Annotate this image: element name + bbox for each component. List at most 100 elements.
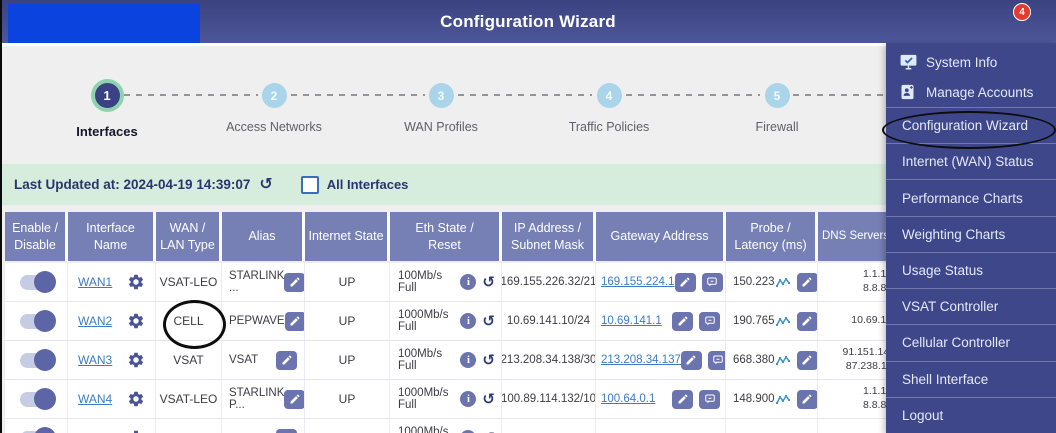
gateway-link[interactable]: 213.208.34.137 [601, 354, 681, 366]
edit-alias-button[interactable] [284, 311, 304, 331]
menu-item-label: Weighting Charts [902, 226, 1006, 242]
col-gateway-address: Gateway Address [596, 212, 726, 261]
info-icon[interactable]: i [460, 313, 477, 329]
edit-alias-button[interactable] [284, 272, 304, 292]
wan-lan-type-value: VSAT-LEO [156, 380, 222, 418]
reset-icon[interactable]: ↺ [482, 275, 495, 290]
interface-name-link[interactable]: WAN2 [78, 314, 112, 328]
menu-item-manage-accounts[interactable]: Manage Accounts [886, 77, 1056, 107]
info-icon[interactable]: i [460, 274, 477, 290]
probe-latency-value: 668.380 [733, 354, 775, 366]
info-icon[interactable]: i [460, 391, 477, 407]
reset-icon[interactable]: ↺ [482, 314, 495, 329]
col-eth-state-reset: Eth State / Reset [390, 212, 502, 261]
menu-item-label: Configuration Wizard [902, 118, 1029, 134]
ip-address-value: 213.208.34.138/30 [502, 341, 596, 379]
menu-item-label: Internet (WAN) Status [902, 154, 1034, 170]
enable-toggle[interactable] [19, 270, 56, 293]
gear-icon[interactable] [127, 351, 145, 369]
edit-alias-button[interactable] [276, 350, 297, 370]
col-alias: Alias [222, 212, 305, 261]
menu-item-shell-interface[interactable]: Shell Interface [886, 360, 1056, 397]
menu-item-vsat-controller[interactable]: VSAT Controller [886, 288, 1056, 324]
refresh-icon[interactable]: ↺ [259, 176, 272, 193]
all-interfaces-checkbox[interactable] [300, 175, 319, 194]
edit-gateway-button[interactable] [674, 272, 696, 292]
all-interfaces-label: All Interfaces [326, 177, 409, 192]
app-header: Configuration Wizard [0, 0, 1056, 43]
latency-chart-icon[interactable] [775, 354, 791, 367]
ping-button[interactable] [699, 311, 720, 331]
step-traffic-policies[interactable]: 4 Traffic Policies [539, 79, 679, 134]
internet-state-value: UP [305, 419, 390, 433]
info-icon[interactable]: i [460, 352, 477, 368]
edit-probe-button[interactable] [796, 389, 817, 409]
edit-probe-button[interactable] [796, 350, 817, 370]
menu-item-usage-status[interactable]: Usage Status [886, 251, 1056, 288]
edit-alias-button[interactable] [284, 389, 304, 409]
menu-item-label: Manage Accounts [926, 84, 1034, 100]
menu-item-weighting-charts[interactable]: Weighting Charts [886, 215, 1056, 252]
menu-item-internet-wan-status[interactable]: Internet (WAN) Status [886, 143, 1056, 179]
menu-item-label: VSAT Controller [902, 299, 999, 315]
step-circle[interactable]: 5 [764, 83, 790, 108]
step-wan-profiles[interactable]: 3 WAN Profiles [371, 79, 511, 134]
eth-state-value: 100Mb/s Full [398, 348, 443, 372]
ping-button[interactable] [707, 350, 725, 370]
step-circle[interactable]: 1 [90, 79, 124, 112]
edit-gateway-button[interactable] [680, 350, 702, 370]
col-wan-lan-type: WAN / LAN Type [156, 212, 222, 261]
gear-icon[interactable] [127, 429, 145, 433]
alias-value: VSAT [229, 354, 259, 366]
col-enable-disable: Enable / Disable [5, 212, 68, 261]
menu-item-cellular-controller[interactable]: Cellular Controller [886, 324, 1056, 360]
ping-button[interactable] [701, 272, 723, 292]
enable-toggle[interactable] [19, 309, 56, 332]
alias-value: PEPWAVE [229, 315, 285, 327]
gear-icon[interactable] [127, 273, 145, 291]
app-dropdown-menu: System Info Manage Accounts Configuratio… [886, 43, 1056, 433]
step-circle[interactable]: 3 [428, 83, 454, 108]
step-firewall[interactable]: 5 Firewall [707, 79, 847, 134]
gateway-link[interactable]: 10.69.141.1 [601, 315, 662, 327]
step-circle[interactable]: 2 [261, 83, 287, 108]
gateway-link[interactable]: 169.155.224.1 [601, 276, 675, 288]
step-access-networks[interactable]: 2 Access Networks [204, 79, 344, 134]
reset-icon[interactable]: ↺ [482, 392, 495, 407]
interface-name-link[interactable]: WAN1 [78, 275, 112, 289]
configuration-wizard-page: Configuration Wizard 4 1 Interfaces 2 Ac… [0, 0, 1056, 433]
latency-chart-icon[interactable] [775, 315, 791, 328]
internet-state-value: UP [305, 302, 390, 340]
wan-lan-type-value: VSAT-LEO [156, 263, 222, 301]
reset-icon[interactable]: ↺ [482, 353, 495, 368]
latency-chart-icon[interactable] [775, 393, 791, 406]
probe-latency-value: 190.765 [733, 315, 775, 327]
menu-item-performance-charts[interactable]: Performance Charts [886, 179, 1056, 215]
edit-alias-button[interactable] [276, 428, 297, 433]
menu-item-system-info[interactable]: System Info [886, 47, 1056, 77]
menu-item-label: Shell Interface [902, 371, 989, 387]
ping-button[interactable] [699, 389, 720, 409]
alias-value: STARLINK P... [229, 387, 285, 411]
edit-gateway-button[interactable] [672, 389, 693, 409]
step-circle[interactable]: 4 [596, 83, 622, 108]
gear-icon[interactable] [127, 312, 145, 330]
internet-state-value: UP [305, 380, 390, 418]
edit-gateway-button[interactable] [672, 311, 693, 331]
eth-state-value: 1000Mb/s Full [398, 387, 449, 411]
edit-probe-button[interactable] [796, 311, 817, 331]
gateway-link[interactable]: 100.64.0.1 [601, 393, 655, 405]
gear-icon[interactable] [127, 390, 145, 408]
menu-item-configuration-wizard[interactable]: Configuration Wizard [886, 107, 1056, 143]
enable-toggle[interactable] [19, 348, 56, 371]
step-label: Access Networks [226, 120, 322, 134]
interface-name-link[interactable]: WAN4 [78, 392, 112, 406]
enable-toggle[interactable] [19, 387, 56, 410]
interface-name-link[interactable]: WAN3 [78, 353, 112, 367]
step-interfaces[interactable]: 1 Interfaces [37, 79, 177, 139]
col-ip-subnet: IP Address / Subnet Mask [502, 212, 596, 261]
edit-probe-button[interactable] [796, 272, 817, 292]
menu-item-logout[interactable]: Logout [886, 396, 1056, 433]
latency-chart-icon[interactable] [775, 276, 791, 289]
col-internet-state: Internet State [305, 212, 390, 261]
